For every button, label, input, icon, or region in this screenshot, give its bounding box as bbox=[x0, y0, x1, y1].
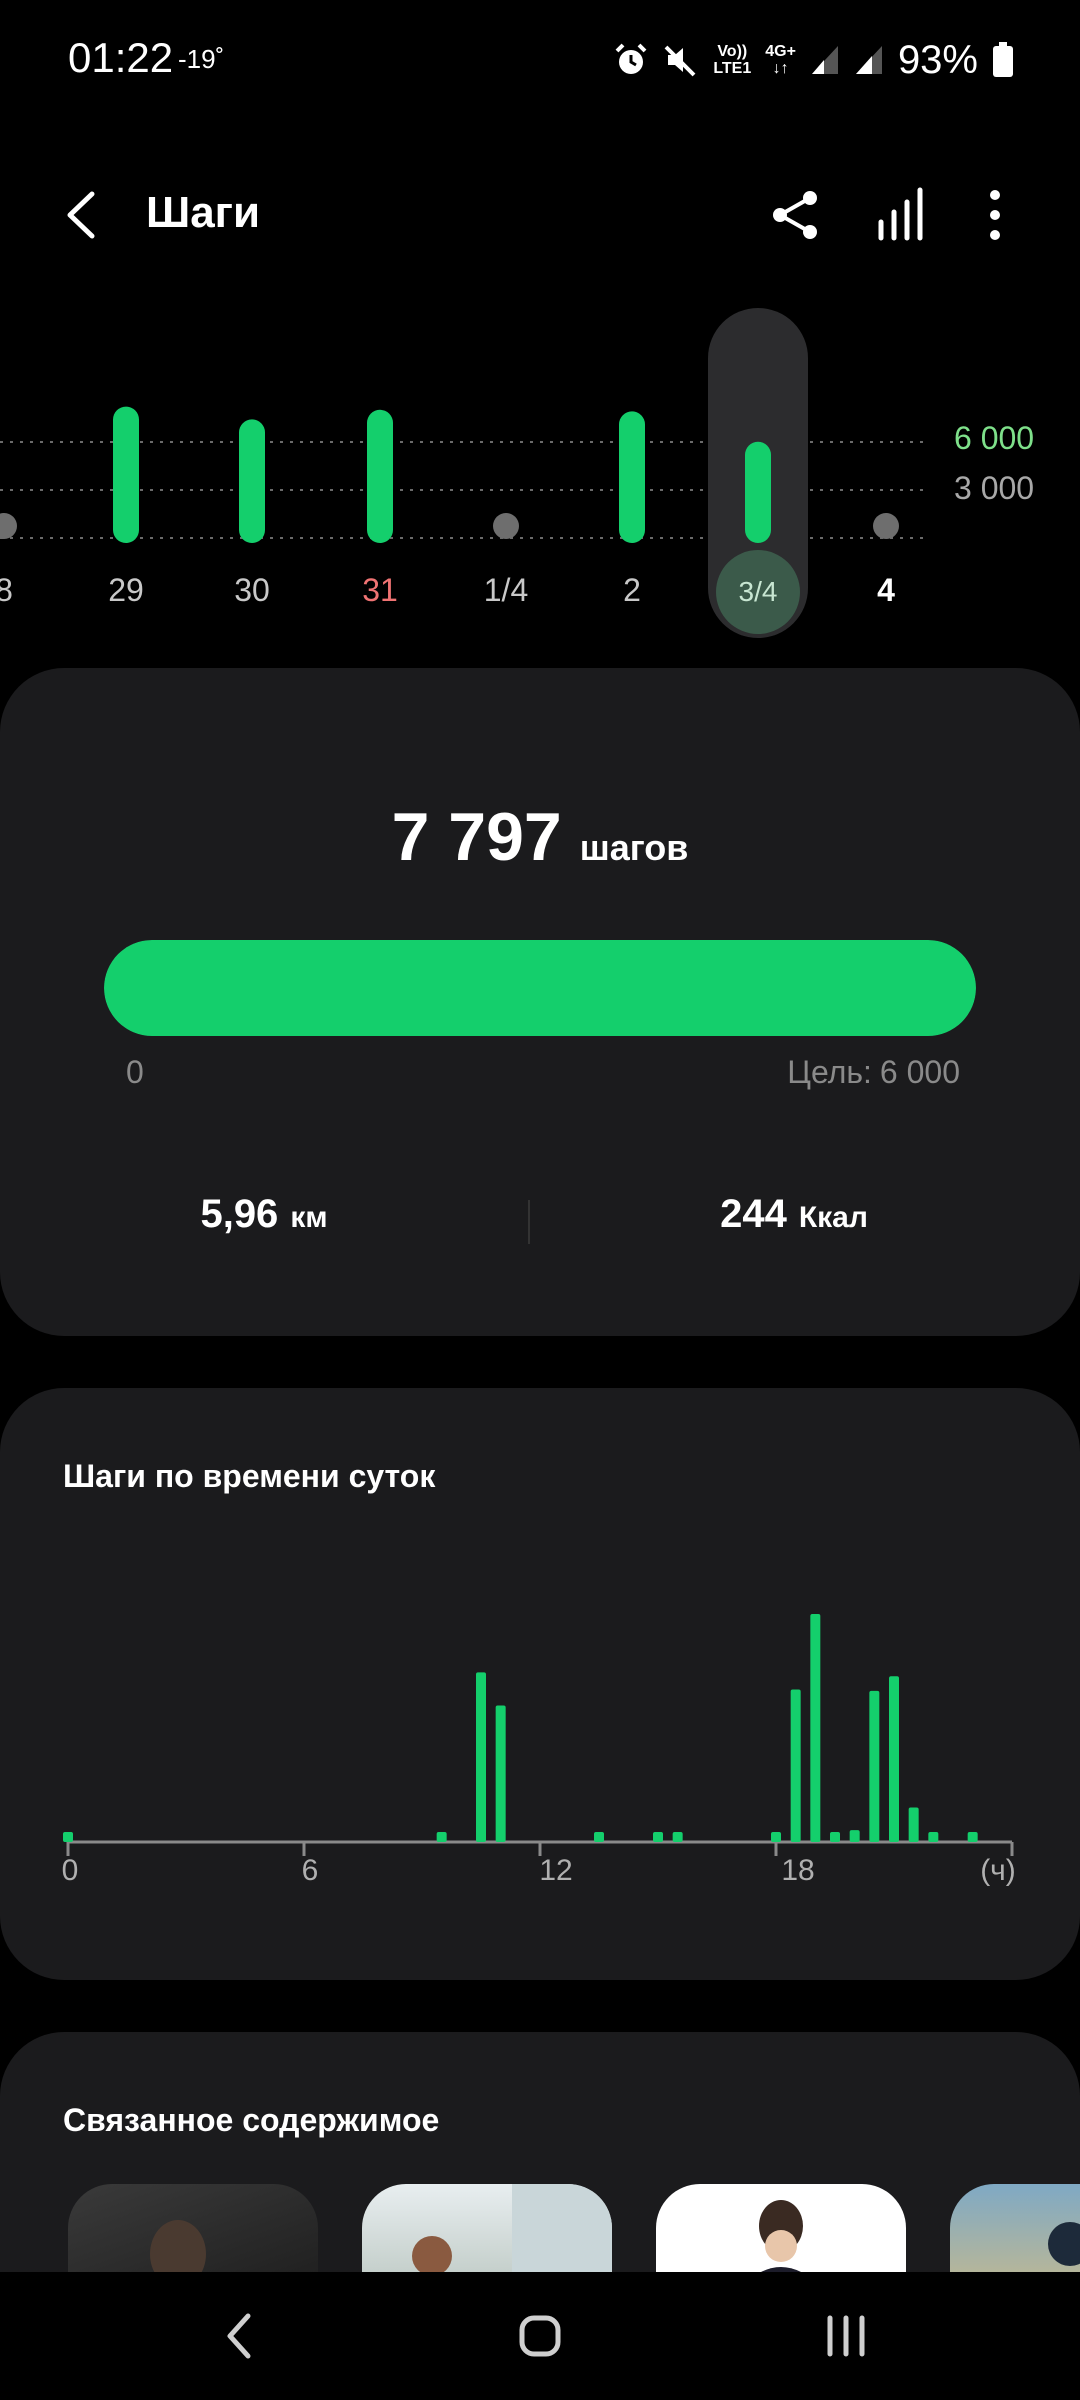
app-header: Шаги bbox=[0, 160, 1080, 270]
alarm-icon bbox=[615, 43, 647, 74]
summary-card: 7 797 шагов 0 Цель: 6 000 5,96 км 244 Ккал bbox=[0, 668, 1080, 1336]
day-bar-empty bbox=[0, 513, 17, 539]
day-bar-empty bbox=[873, 513, 899, 539]
status-time: 01:22 bbox=[68, 34, 174, 81]
x-tick-label: 18 bbox=[781, 1854, 815, 1887]
hour-bar bbox=[889, 1676, 899, 1842]
goal-tick-label: 6 000 bbox=[954, 420, 1035, 456]
hour-bar bbox=[908, 1807, 919, 1842]
page-title: Шаги bbox=[146, 188, 261, 237]
status-icons: Vo)) LTE1 4G+ ↓↑ 93% bbox=[613, 30, 1014, 90]
day-label[interactable]: 31 bbox=[330, 572, 430, 609]
share-icon[interactable] bbox=[760, 180, 830, 250]
more-vertical-icon[interactable] bbox=[960, 180, 1030, 250]
day-bar-empty bbox=[493, 513, 519, 539]
day-label[interactable]: 8 bbox=[0, 572, 54, 609]
steps-count: 7 797 bbox=[391, 799, 562, 875]
goal-value: 6 000 bbox=[879, 1054, 960, 1090]
hourly-steps-card[interactable]: Шаги по времени суток 0 6 12 18 (ч) bbox=[0, 1388, 1080, 1980]
related-content-title: Связанное содержимое bbox=[63, 2102, 440, 2138]
hour-bar bbox=[672, 1832, 683, 1842]
hour-bar bbox=[476, 1672, 486, 1842]
signal-icon bbox=[855, 46, 882, 74]
hour-bar bbox=[849, 1830, 860, 1842]
distance-unit: км bbox=[290, 1201, 328, 1234]
goal-label: Цель: bbox=[787, 1054, 872, 1090]
x-axis-unit: (ч) bbox=[980, 1854, 1016, 1887]
hourly-steps-chart bbox=[63, 1614, 1014, 1856]
hour-bar bbox=[810, 1614, 821, 1842]
day-label[interactable]: 30 bbox=[202, 572, 302, 609]
hour-bar bbox=[436, 1832, 447, 1842]
steps-total: 7 797 шагов bbox=[0, 798, 1080, 876]
hour-bar bbox=[771, 1832, 781, 1842]
battery-icon bbox=[993, 42, 1013, 77]
distance-value: 5,96 bbox=[200, 1192, 279, 1236]
x-tick-label: 6 bbox=[301, 1854, 319, 1887]
network-indicator: 4G+ ↓↑ bbox=[765, 43, 796, 77]
goal-progress-fill bbox=[104, 940, 976, 1036]
mute-icon bbox=[664, 45, 696, 77]
calories-stat: 244 Ккал bbox=[530, 1192, 1058, 1237]
volte-label: Vo)) bbox=[717, 43, 748, 60]
x-tick-label: 12 bbox=[539, 1854, 573, 1887]
system-nav-bar bbox=[0, 2272, 1080, 2400]
hour-bar bbox=[63, 1832, 73, 1842]
day-label[interactable]: 1/4 bbox=[456, 572, 556, 609]
network-type: 4G+ bbox=[765, 43, 796, 60]
day-label[interactable]: 29 bbox=[76, 572, 176, 609]
hour-bar bbox=[790, 1689, 801, 1842]
distance-stat: 5,96 км bbox=[0, 1192, 528, 1237]
day-label[interactable]: 2 bbox=[582, 572, 682, 609]
progress-min-label: 0 bbox=[126, 1054, 144, 1090]
home-icon[interactable] bbox=[490, 2296, 590, 2376]
calories-value: 244 bbox=[720, 1192, 787, 1236]
recent-apps-icon[interactable] bbox=[190, 2296, 290, 2376]
nav-back-icon[interactable] bbox=[796, 2296, 896, 2376]
hour-bar bbox=[830, 1832, 840, 1842]
steps-unit: шагов bbox=[579, 827, 689, 868]
volte-indicator: Vo)) LTE1 bbox=[713, 43, 751, 77]
status-temperature: -19˚ bbox=[178, 44, 225, 74]
network-activity: ↓↑ bbox=[772, 60, 789, 77]
hour-bar bbox=[928, 1832, 939, 1842]
day-label[interactable]: 4 bbox=[836, 572, 936, 609]
day-label[interactable]: 3/4 bbox=[708, 576, 808, 608]
calories-unit: Ккал bbox=[798, 1201, 868, 1234]
hour-bar bbox=[594, 1832, 604, 1842]
battery-percent: 93% bbox=[897, 37, 978, 82]
daily-steps-chart: 6 000 3 000 8 29 30 31 1/4 2 3/4 4 bbox=[0, 290, 1080, 660]
progress-goal-label: Цель: 6 000 bbox=[787, 1054, 960, 1091]
x-tick-label: 0 bbox=[61, 1854, 79, 1887]
mid-tick-label: 3 000 bbox=[954, 470, 1035, 506]
hour-bar bbox=[869, 1690, 880, 1842]
signal-icon bbox=[811, 46, 838, 74]
goal-progress-bar bbox=[104, 940, 976, 1036]
hour-bar bbox=[653, 1832, 663, 1842]
hour-bar bbox=[967, 1832, 978, 1842]
status-bar: 01:22 -19˚ Vo)) LTE1 4G+ ↓↑ 93% bbox=[0, 0, 1080, 120]
bar-chart-icon[interactable] bbox=[866, 180, 936, 250]
hour-bar bbox=[495, 1705, 506, 1842]
back-arrow-icon[interactable] bbox=[56, 180, 126, 250]
lte-label: LTE1 bbox=[713, 60, 752, 77]
